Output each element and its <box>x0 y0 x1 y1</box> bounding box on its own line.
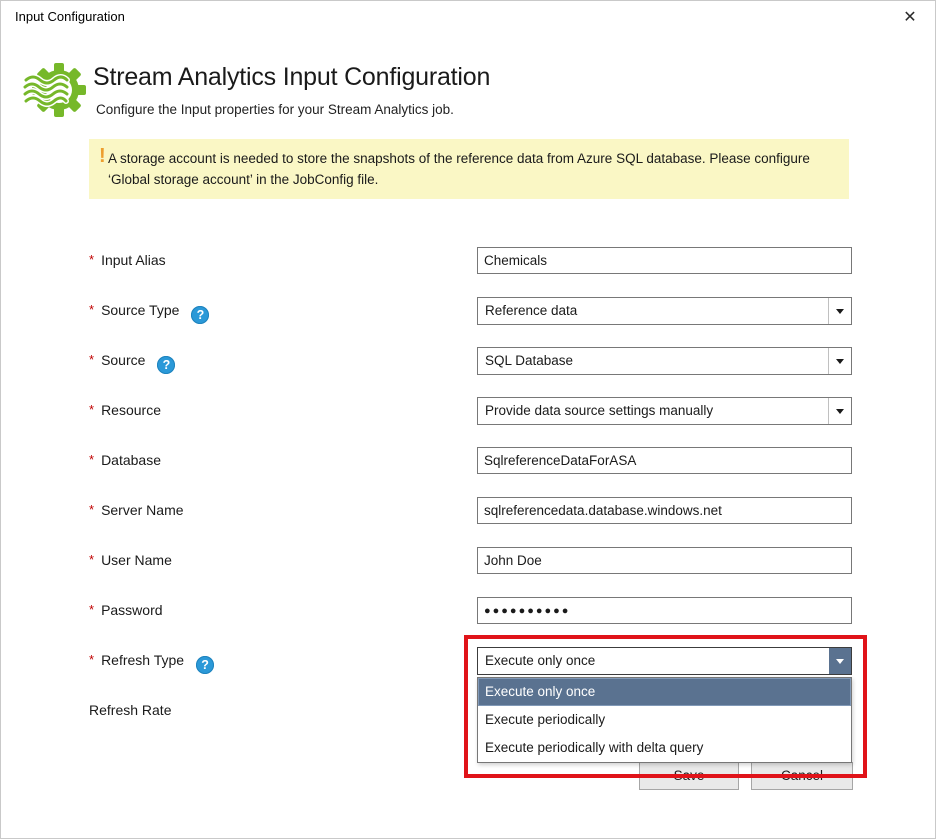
storage-warning-banner: ! A storage account is needed to store t… <box>89 139 849 199</box>
resource-dropdown[interactable]: Provide data source settings manually <box>477 397 852 425</box>
user-name-label: *User Name <box>89 547 172 574</box>
save-button[interactable]: Save <box>639 762 739 790</box>
input-alias-field[interactable] <box>477 247 852 274</box>
form-row-source-type: *Source Type? Reference data <box>89 297 853 325</box>
input-configuration-dialog: Input Configuration ✕ <box>0 0 936 839</box>
form-row-server-name: *Server Name <box>89 497 853 525</box>
database-label: *Database <box>89 447 161 474</box>
page-title: Stream Analytics Input Configuration <box>93 63 490 92</box>
required-marker: * <box>89 452 94 467</box>
chevron-down-icon[interactable] <box>828 398 851 424</box>
required-marker: * <box>89 502 94 517</box>
cancel-button[interactable]: Cancel <box>751 762 853 790</box>
refresh-type-help-icon[interactable]: ? <box>196 656 214 674</box>
refresh-type-options-popup: Execute only once Execute periodically E… <box>477 677 852 763</box>
database-field[interactable] <box>477 447 852 474</box>
option-execute-periodically-delta[interactable]: Execute periodically with delta query <box>478 734 851 762</box>
source-type-help-icon[interactable]: ? <box>191 306 209 324</box>
source-type-label: *Source Type? <box>89 297 209 324</box>
password-label: *Password <box>89 597 163 624</box>
required-marker: * <box>89 652 94 667</box>
chevron-down-icon[interactable] <box>828 348 851 374</box>
form-row-resource: *Resource Provide data source settings m… <box>89 397 853 425</box>
close-icon[interactable]: ✕ <box>898 7 922 29</box>
server-name-label: *Server Name <box>89 497 184 524</box>
page-subtitle: Configure the Input properties for your … <box>96 102 454 117</box>
required-marker: * <box>89 552 94 567</box>
user-name-field[interactable] <box>477 547 852 574</box>
option-execute-only-once[interactable]: Execute only once <box>478 678 851 706</box>
required-marker: * <box>89 302 94 317</box>
required-marker: * <box>89 252 94 267</box>
form-row-refresh-type: *Refresh Type? Execute only once <box>89 647 853 675</box>
password-field[interactable] <box>477 597 852 624</box>
resource-label: *Resource <box>89 397 161 424</box>
form-row-password: *Password <box>89 597 853 625</box>
chevron-down-icon[interactable] <box>829 648 851 674</box>
source-help-icon[interactable]: ? <box>157 356 175 374</box>
source-label: *Source? <box>89 347 175 374</box>
refresh-type-label: *Refresh Type? <box>89 647 214 674</box>
chevron-down-icon[interactable] <box>828 298 851 324</box>
option-execute-periodically[interactable]: Execute periodically <box>478 706 851 734</box>
title-bar: Input Configuration ✕ <box>1 1 935 35</box>
warning-exclamation-icon: ! <box>99 145 106 168</box>
warning-text: A storage account is needed to store the… <box>108 148 832 190</box>
server-name-field[interactable] <box>477 497 852 524</box>
required-marker: * <box>89 402 94 417</box>
refresh-type-dropdown[interactable]: Execute only once <box>477 647 852 675</box>
required-marker: * <box>89 602 94 617</box>
source-dropdown[interactable]: SQL Database <box>477 347 852 375</box>
refresh-rate-label: Refresh Rate <box>89 697 171 724</box>
required-marker: * <box>89 352 94 367</box>
source-type-dropdown[interactable]: Reference data <box>477 297 852 325</box>
window-title: Input Configuration <box>15 9 125 24</box>
form-row-database: *Database <box>89 447 853 475</box>
form-row-user-name: *User Name <box>89 547 853 575</box>
input-alias-label: *Input Alias <box>89 247 166 274</box>
form-row-source: *Source? SQL Database <box>89 347 853 375</box>
stream-analytics-icon <box>22 57 86 121</box>
form-row-input-alias: *Input Alias <box>89 247 853 275</box>
